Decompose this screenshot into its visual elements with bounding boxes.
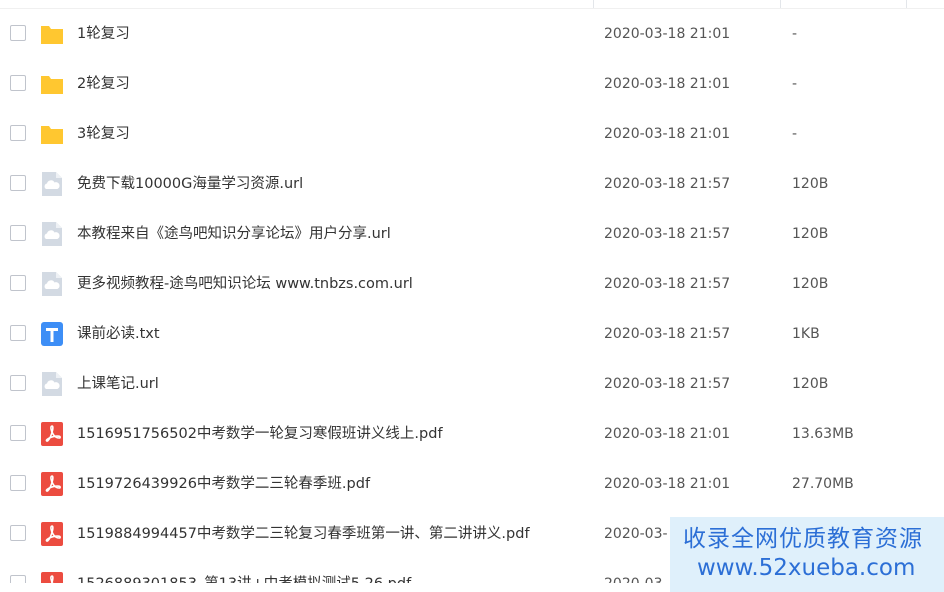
file-row[interactable]: 上课笔记.url 2020-03-18 21:57 120B — [0, 359, 944, 409]
row-checkbox[interactable] — [10, 225, 26, 241]
file-size: - — [792, 26, 798, 42]
modified-time: 2020-03-18 21:01 — [604, 126, 731, 142]
file-name[interactable]: 1519726439926中考数学二三轮春季班.pdf — [77, 459, 370, 509]
watermark-text-line1: 收录全网优质教育资源 — [683, 526, 923, 552]
row-checkbox[interactable] — [10, 525, 26, 541]
modified-time: 2020-03-18 21:01 — [604, 76, 731, 92]
row-checkbox[interactable] — [10, 75, 26, 91]
modified-time: 2020-03-18 21:01 — [604, 476, 731, 492]
file-size: 120B — [792, 226, 829, 242]
pdf-file-icon — [40, 471, 64, 497]
file-name[interactable]: 1519884994457中考数学二三轮复习春季班第一讲、第二讲讲义.pdf — [77, 509, 530, 559]
row-checkbox[interactable] — [10, 25, 26, 41]
folder-icon — [40, 71, 64, 97]
column-divider — [780, 0, 781, 8]
row-checkbox[interactable] — [10, 275, 26, 291]
file-name[interactable]: 3轮复习 — [77, 109, 130, 159]
modified-time: 2020-03-18 21:57 — [604, 176, 731, 192]
modified-time: 2020-03-18 21:57 — [604, 376, 731, 392]
file-row[interactable]: 本教程来自《途鸟吧知识分享论坛》用户分享.url 2020-03-18 21:57… — [0, 209, 944, 259]
row-checkbox[interactable] — [10, 475, 26, 491]
modified-time: 2020-03-18 21:57 — [604, 226, 731, 242]
file-name[interactable]: 1516951756502中考数学一轮复习寒假班讲义线上.pdf — [77, 409, 443, 459]
file-name[interactable]: 上课笔记.url — [77, 359, 159, 409]
file-size: 120B — [792, 176, 829, 192]
file-row[interactable]: 2轮复习 2020-03-18 21:01 - — [0, 59, 944, 109]
file-row[interactable]: 课前必读.txt 2020-03-18 21:57 1KB — [0, 309, 944, 359]
file-row[interactable]: 3轮复习 2020-03-18 21:01 - — [0, 109, 944, 159]
file-name[interactable]: 本教程来自《途鸟吧知识分享论坛》用户分享.url — [77, 209, 391, 259]
watermark-text-line2: www.52xueba.com — [697, 555, 916, 581]
modified-time: 2020-03-18 21:57 — [604, 276, 731, 292]
file-row[interactable]: 1轮复习 2020-03-18 21:01 - — [0, 9, 944, 59]
folder-icon — [40, 21, 64, 47]
modified-time: 2020-03- — [604, 526, 668, 542]
file-row[interactable]: 1516951756502中考数学一轮复习寒假班讲义线上.pdf 2020-03-… — [0, 409, 944, 459]
folder-icon — [40, 121, 64, 147]
file-size: - — [792, 126, 798, 142]
file-name[interactable]: 更多视频教程-途鸟吧知识论坛 www.tnbzs.com.url — [77, 259, 413, 309]
file-name[interactable]: 课前必读.txt — [77, 309, 160, 359]
row-checkbox[interactable] — [10, 425, 26, 441]
link-file-icon — [40, 171, 64, 197]
column-divider — [906, 0, 907, 8]
file-row[interactable]: 免费下载10000G海量学习资源.url 2020-03-18 21:57 120B — [0, 159, 944, 209]
row-checkbox[interactable] — [10, 325, 26, 341]
pdf-file-icon — [40, 521, 64, 547]
file-list: 1轮复习 2020-03-18 21:01 - 2轮复习 2020-03-18 21:0… — [0, 0, 944, 592]
link-file-icon — [40, 371, 64, 397]
file-size: 1KB — [792, 326, 820, 342]
file-size: 27.70MB — [792, 476, 854, 492]
pdf-file-icon — [40, 421, 64, 447]
watermark-banner: 收录全网优质教育资源 www.52xueba.com — [670, 517, 944, 592]
row-checkbox[interactable] — [10, 175, 26, 191]
modified-time: 2020-03-18 21:01 — [604, 426, 731, 442]
file-size: - — [792, 76, 798, 92]
link-file-icon — [40, 221, 64, 247]
row-checkbox[interactable] — [10, 125, 26, 141]
text-file-icon — [40, 321, 64, 347]
row-checkbox[interactable] — [10, 375, 26, 391]
file-name[interactable]: 1轮复习 — [77, 9, 130, 59]
link-file-icon — [40, 271, 64, 297]
file-row[interactable]: 1519726439926中考数学二三轮春季班.pdf 2020-03-18 21… — [0, 459, 944, 509]
column-divider — [593, 0, 594, 8]
file-size: 120B — [792, 276, 829, 292]
modified-time: 2020-03-18 21:01 — [604, 26, 731, 42]
file-name[interactable]: 免费下载10000G海量学习资源.url — [77, 159, 303, 209]
file-name[interactable]: 2轮复习 — [77, 59, 130, 109]
file-size: 120B — [792, 376, 829, 392]
modified-time: 2020-03-18 21:57 — [604, 326, 731, 342]
file-row[interactable]: 更多视频教程-途鸟吧知识论坛 www.tnbzs.com.url 2020-03-… — [0, 259, 944, 309]
file-size: 13.63MB — [792, 426, 854, 442]
